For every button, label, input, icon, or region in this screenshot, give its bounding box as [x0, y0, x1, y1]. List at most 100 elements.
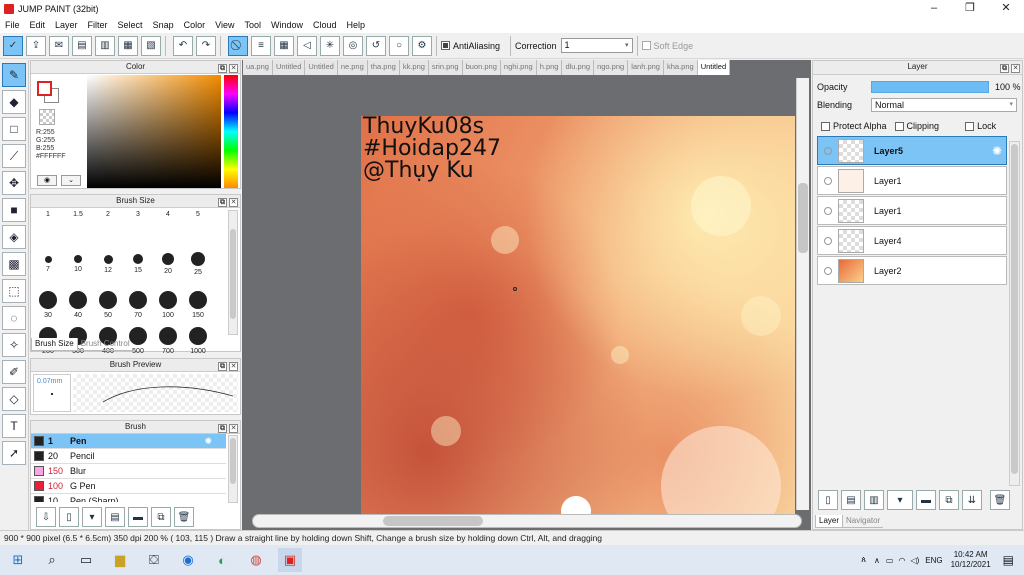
panel-float-icon[interactable]: ⧉ [218, 362, 227, 371]
brush-size-cell[interactable]: 1.5 [63, 211, 93, 218]
layer-row[interactable]: Layer1 [817, 196, 1007, 225]
file-tab[interactable]: ua.png [243, 60, 273, 75]
panel-close-icon[interactable]: ✕ [229, 362, 238, 371]
antialiasing-checkbox[interactable] [441, 41, 450, 50]
gradient-tool-icon[interactable]: ▩ [2, 252, 26, 276]
undo-icon[interactable]: ↶ [173, 35, 193, 56]
menu-window[interactable]: Window [266, 20, 308, 30]
panel-close-icon[interactable]: ✕ [1011, 64, 1020, 73]
menu-select[interactable]: Select [113, 20, 148, 30]
store-icon[interactable]: ⛋ [142, 548, 166, 572]
brush-size-cell[interactable]: 40 [63, 283, 93, 319]
brush-size-cell[interactable]: 20 [153, 247, 183, 275]
main-color-swatch[interactable] [37, 81, 52, 96]
layer-visibility-icon[interactable] [824, 176, 832, 185]
panel-float-icon[interactable]: ⧉ [218, 198, 227, 207]
close-button[interactable]: ✕ [988, 0, 1024, 17]
tab-brush-size[interactable]: Brush Size [31, 338, 78, 351]
brush-size-cell[interactable]: 150 [183, 283, 213, 319]
brush-download-icon[interactable]: ⇩ [36, 507, 56, 527]
brush-size-cell[interactable]: 5 [183, 211, 213, 218]
brush-size-cell[interactable]: 15 [123, 247, 153, 274]
brush-size-cell[interactable]: 10 [63, 247, 93, 273]
panel-close-icon[interactable]: ✕ [229, 198, 238, 207]
color-picker-icon[interactable]: ◉ [37, 175, 57, 186]
menu-view[interactable]: View [210, 20, 239, 30]
layer-row[interactable]: Layer1 [817, 166, 1007, 195]
file-explorer-icon[interactable]: ▆ [108, 548, 132, 572]
new-layer-1bit-icon[interactable]: ▥ [864, 490, 884, 510]
layer-visibility-icon[interactable] [824, 266, 832, 275]
transparent-swatch[interactable] [39, 109, 55, 125]
brush-item[interactable]: 20 Pencil [31, 449, 226, 464]
select-pen-tool-icon[interactable]: ✐ [2, 360, 26, 384]
minimize-button[interactable]: – [916, 0, 952, 17]
radial-snap-icon[interactable]: ✳ [320, 35, 340, 56]
brush-size-cell[interactable]: 25 [183, 247, 213, 276]
lasso-tool-icon[interactable]: ◌ [2, 306, 26, 330]
lock-checkbox[interactable] [965, 121, 975, 131]
brush-item[interactable]: 1 Pen ✺ [31, 434, 226, 449]
share-icon[interactable]: ⇪ [26, 35, 46, 56]
select-tool-icon[interactable]: ⬚ [2, 279, 26, 303]
brush-size-cell[interactable]: 1 [33, 211, 63, 218]
brush-folder-icon[interactable]: ▬ [128, 507, 148, 527]
chrome-icon[interactable]: ◍ [244, 548, 268, 572]
file-tab[interactable]: dlu.png [562, 60, 595, 75]
layout-icon[interactable]: ▧ [141, 35, 161, 56]
circle-snap-icon[interactable]: ○ [389, 35, 409, 56]
file-tab[interactable]: Untitled [305, 60, 338, 75]
comment-icon[interactable]: ✉ [49, 35, 69, 56]
menu-file[interactable]: File [0, 20, 25, 30]
tab-brush-control[interactable]: Brush Control [77, 338, 133, 351]
file-tab[interactable]: srin.png [428, 60, 463, 75]
brush-size-cell[interactable]: 4 [153, 211, 183, 218]
zalo-icon[interactable]: ◉ [176, 548, 200, 572]
brush-size-cell[interactable]: 12 [93, 247, 123, 274]
perspective-snap-icon[interactable]: ◁ [297, 35, 317, 56]
layer-folder-icon[interactable]: ▬ [916, 490, 936, 510]
windows-start-icon[interactable]: ⊞ [6, 548, 30, 572]
menu-edit[interactable]: Edit [25, 20, 51, 30]
pages-icon[interactable]: ▦ [118, 35, 138, 56]
tray-chevron-icon[interactable]: ∧ [874, 556, 880, 565]
correction-select[interactable]: 1 ▾ [560, 38, 633, 53]
brush-delete-icon[interactable]: 🗑 [174, 507, 194, 527]
snap-settings-icon[interactable]: ⚙ [412, 35, 432, 56]
layer-merge-icon[interactable]: ⇊ [962, 490, 982, 510]
blending-select[interactable]: Normal ▾ [871, 98, 1017, 112]
cloud-sync-icon[interactable]: ✓ [3, 35, 23, 56]
file-tab[interactable]: tha.png [367, 60, 400, 75]
pen-tool-icon[interactable]: ✎ [2, 63, 26, 87]
protect-alpha-checkbox[interactable] [821, 121, 830, 131]
layer-settings-icon[interactable]: ✺ [992, 144, 1002, 158]
file-tab[interactable]: nghi.png [500, 60, 537, 75]
jump-paint-icon[interactable]: ▣ [278, 548, 302, 572]
file-tab[interactable]: kha.png [663, 60, 698, 75]
brush-size-cell[interactable]: 1000 [183, 319, 213, 355]
brush-size-cell[interactable]: 700 [153, 319, 183, 355]
brush-list-scrollbar[interactable] [228, 435, 238, 503]
battery-icon[interactable]: ▭ [886, 556, 894, 565]
clock[interactable]: 10:42 AM 10/12/2021 [951, 550, 991, 570]
layer-menu-icon[interactable]: ▾ [887, 490, 913, 510]
menu-filter[interactable]: Filter [83, 20, 113, 30]
operation-tool-icon[interactable]: ➚ [2, 441, 26, 465]
volume-icon[interactable]: ◁) [910, 556, 919, 565]
line-tool-icon[interactable]: ⟋ [2, 144, 26, 168]
panel-float-icon[interactable]: ⧉ [218, 424, 227, 433]
bucket-tool-icon[interactable]: ◈ [2, 225, 26, 249]
layer-visibility-icon[interactable] [824, 236, 832, 245]
brush-size-cell[interactable]: 50 [93, 283, 123, 319]
layer-list-scrollbar[interactable] [1009, 141, 1020, 486]
brush-size-cell[interactable]: 3 [123, 211, 153, 218]
file-tab[interactable]: h.png [536, 60, 563, 75]
brush-item[interactable]: 10 Pen (Sharp) [31, 494, 226, 502]
new-brush-icon[interactable]: ▯ [59, 507, 79, 527]
layer-row[interactable]: Layer4 [817, 226, 1007, 255]
tab-navigator[interactable]: Navigator [843, 515, 884, 528]
panel-float-icon[interactable]: ⧉ [1000, 64, 1009, 73]
color-settings-icon[interactable]: ⌄ [61, 175, 81, 186]
document-icon[interactable]: ▤ [72, 35, 92, 56]
file-tab[interactable]: ngo.png [594, 60, 629, 75]
